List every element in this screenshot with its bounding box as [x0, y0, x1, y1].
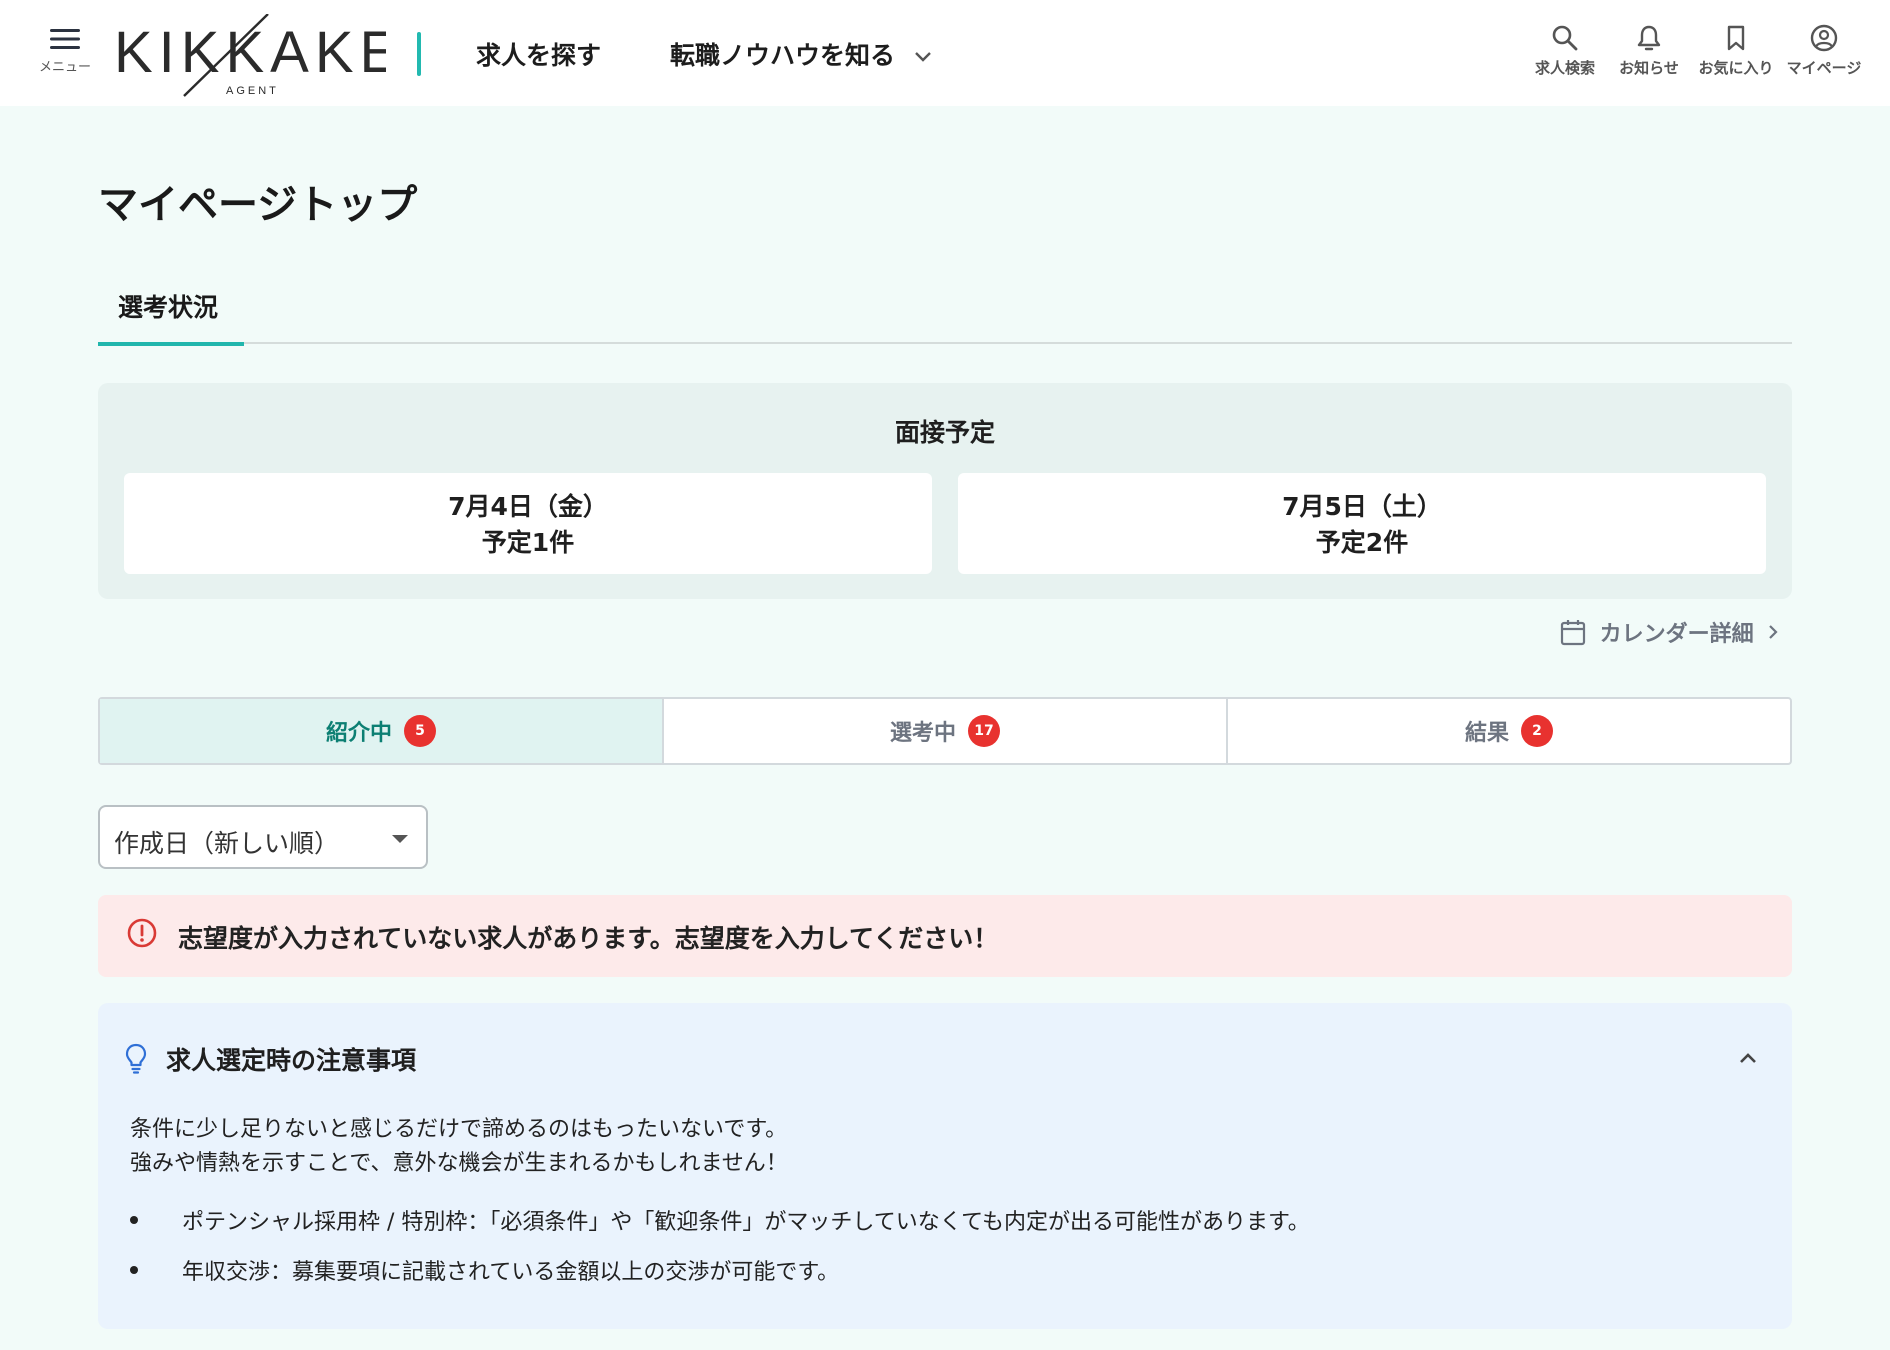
- segment-label: 結果: [1464, 721, 1509, 746]
- segment-label: 選考中: [889, 721, 956, 746]
- chevron-down-icon: [914, 52, 931, 62]
- count-badge: 2: [1521, 715, 1553, 747]
- bell-icon: [1637, 25, 1661, 51]
- chevron-up-icon: [1740, 1053, 1756, 1063]
- nav-career-knowhow-label: 転職ノウハウを知る: [670, 41, 896, 70]
- search-icon: [1552, 25, 1578, 51]
- header-notifications-label: お知らせ: [1619, 59, 1679, 77]
- svg-text:AGENT: AGENT: [226, 85, 279, 97]
- interview-day-card[interactable]: 7月4日（金） 予定1件: [124, 473, 932, 574]
- logo-divider: [417, 32, 421, 76]
- interview-day-count: 予定1件: [481, 528, 575, 557]
- tab-bar: 選考状況: [98, 280, 1792, 346]
- sort-order-value: 作成日（新しい順）: [114, 829, 340, 858]
- interview-day-count: 予定2件: [1315, 528, 1409, 557]
- calendar-icon: [1560, 620, 1586, 646]
- count-badge: 5: [404, 715, 436, 747]
- interview-schedule-panel: 面接予定 7月4日（金） 予定1件 7月5日（土） 予定2件: [98, 383, 1792, 599]
- header-mypage-label: マイページ: [1786, 59, 1862, 77]
- segment-results[interactable]: 結果 2: [1226, 699, 1790, 763]
- page-title: マイページトップ: [98, 182, 418, 228]
- interview-day-date: 7月5日（土）: [1282, 492, 1442, 521]
- nav-find-jobs[interactable]: 求人を探す: [476, 36, 601, 72]
- segment-introduced[interactable]: 紹介中 5: [100, 699, 662, 763]
- svg-text:KIKKAKE: KIKKAKE: [114, 20, 386, 85]
- motivation-alert: 志望度が入力されていない求人があります。志望度を入力してください！: [98, 895, 1792, 977]
- segment-in-selection[interactable]: 選考中 17: [662, 699, 1226, 763]
- header-search-button[interactable]: 求人検索: [1530, 24, 1600, 78]
- bookmark-icon: [1727, 25, 1745, 51]
- count-badge: 17: [968, 715, 1000, 747]
- tips-collapse-toggle[interactable]: [1730, 1041, 1766, 1077]
- calendar-detail-link[interactable]: カレンダー詳細: [1560, 616, 1779, 650]
- hamburger-icon: [50, 29, 80, 49]
- chevron-right-icon: [1769, 625, 1778, 639]
- bullet-dot: [130, 1216, 138, 1224]
- tab-selection-status[interactable]: 選考状況: [98, 280, 244, 346]
- header-notifications-button[interactable]: お知らせ: [1614, 24, 1684, 78]
- alert-circle-icon: [127, 918, 157, 948]
- tips-paragraph: 強みや情熱を示すことで、意外な機会が生まれるかもしれません！: [130, 1151, 788, 1176]
- nav-career-knowhow[interactable]: 転職ノウハウを知る: [670, 36, 932, 72]
- header-search-label: 求人検索: [1534, 59, 1595, 77]
- interview-day-card[interactable]: 7月5日（土） 予定2件: [958, 473, 1766, 574]
- status-segmented-control: 紹介中 5 選考中 17 結果 2: [98, 697, 1792, 765]
- interview-day-date: 7月4日（金）: [448, 492, 608, 521]
- tips-list-item-text: 年収交渉：募集要項に記載されている金額以上の交渉が可能です。: [182, 1260, 840, 1285]
- sort-order-select[interactable]: 作成日（新しい順）: [98, 805, 428, 869]
- interview-schedule-title: 面接予定: [894, 418, 995, 447]
- nav-find-jobs-label: 求人を探す: [476, 41, 602, 70]
- calendar-detail-label: カレンダー詳細: [1599, 622, 1754, 647]
- header-favorites-label: お気に入り: [1698, 59, 1774, 77]
- header-mypage-button[interactable]: マイページ: [1784, 24, 1864, 78]
- tab-selection-status-label: 選考状況: [118, 293, 219, 322]
- tips-title: 求人選定時の注意事項: [166, 1046, 417, 1075]
- site-header: メニュー KIKKAKE AGENT 求人を探す 転職ノウハウを知る 求人検索 …: [0, 0, 1890, 106]
- segment-label: 紹介中: [325, 721, 392, 746]
- user-circle-icon: [1810, 24, 1838, 52]
- bullet-dot: [130, 1266, 138, 1274]
- kikkake-agent-logo[interactable]: KIKKAKE AGENT: [114, 14, 386, 98]
- menu-button[interactable]: メニュー: [36, 28, 94, 82]
- alert-message: 志望度が入力されていない求人があります。志望度を入力してください！: [178, 924, 999, 953]
- lightbulb-icon: [125, 1043, 147, 1074]
- dropdown-caret-icon: [392, 835, 408, 843]
- menu-label: メニュー: [38, 60, 91, 75]
- tips-list-item-text: ポテンシャル採用枠 / 特別枠：「必須条件」や「歓迎条件」がマッチしていなくても…: [182, 1210, 1310, 1235]
- tips-paragraph: 条件に少し足りないと感じるだけで諦めるのはもったいないです。: [130, 1117, 788, 1142]
- header-favorites-button[interactable]: お気に入り: [1694, 24, 1778, 78]
